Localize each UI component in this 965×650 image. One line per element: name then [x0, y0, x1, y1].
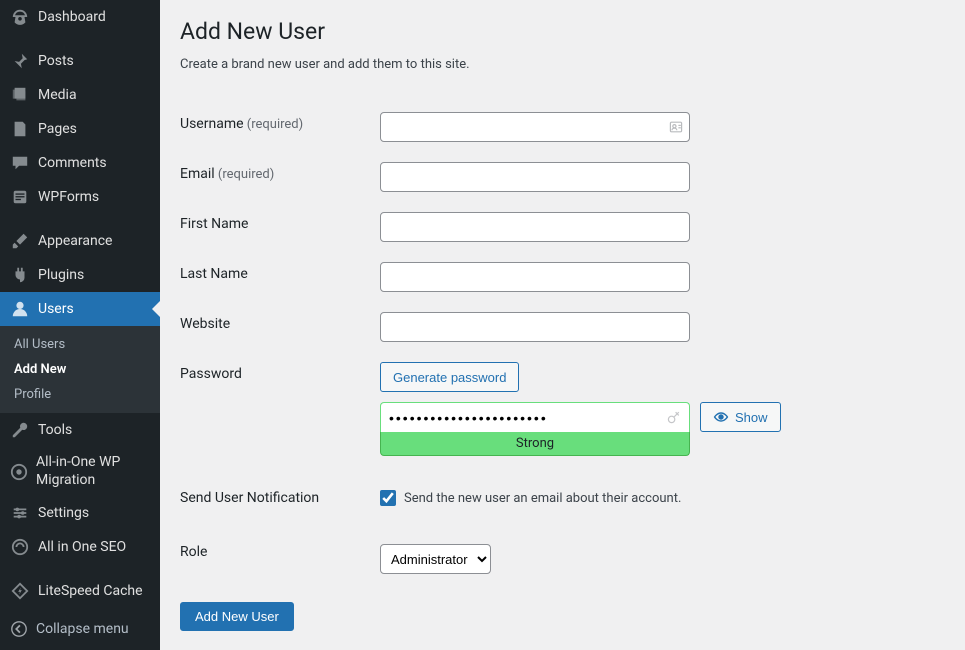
pages-icon [10, 119, 30, 139]
sidebar-item-label: WPForms [38, 189, 99, 205]
migration-icon [10, 462, 28, 482]
label-last-name: Last Name [180, 252, 380, 302]
password-strength-indicator: Strong [380, 432, 690, 456]
media-icon [10, 85, 30, 105]
last-name-input[interactable] [380, 262, 690, 292]
sidebar-item-label: Dashboard [38, 9, 106, 25]
dashboard-icon [10, 7, 30, 27]
label-first-name: First Name [180, 202, 380, 252]
litespeed-icon [10, 581, 30, 601]
sidebar-item-label: Appearance [38, 233, 112, 249]
label-username: Username (required) [180, 102, 380, 152]
eye-icon [713, 409, 729, 425]
label-password: Password [180, 352, 380, 466]
label-send-notification: Send User Notification [180, 466, 380, 520]
sidebar-item-label: Posts [38, 53, 74, 69]
sidebar-users-submenu: All Users Add New Profile [0, 326, 160, 413]
collapse-icon [10, 620, 28, 638]
wrench-icon [10, 420, 30, 440]
show-password-button[interactable]: Show [700, 402, 781, 432]
email-input[interactable] [380, 162, 690, 192]
seo-icon [10, 537, 30, 557]
sidebar-sub-add-new[interactable]: Add New [0, 357, 160, 382]
sidebar-item-media[interactable]: Media [0, 78, 160, 112]
page-title: Add New User [180, 18, 945, 45]
sidebar-item-users[interactable]: Users [0, 292, 160, 326]
sidebar-item-label: Users [38, 301, 74, 317]
send-notification-checkbox[interactable] [380, 490, 396, 506]
sidebar-item-litespeed[interactable]: LiteSpeed Cache [0, 574, 160, 608]
sidebar-item-label: Settings [38, 505, 89, 521]
sidebar-item-label: Comments [38, 155, 107, 171]
sidebar-item-label: Collapse menu [36, 621, 129, 637]
sidebar-item-label: Tools [38, 422, 72, 438]
sidebar-item-label: All in One SEO [38, 539, 126, 555]
sidebar-item-label: Media [38, 87, 77, 103]
sidebar-item-appearance[interactable]: Appearance [0, 224, 160, 258]
send-notification-text: Send the new user an email about their a… [404, 491, 681, 506]
website-input[interactable] [380, 312, 690, 342]
key-icon [666, 409, 682, 425]
sidebar-item-wpforms[interactable]: WPForms [0, 180, 160, 214]
role-select[interactable]: Administrator [380, 544, 491, 574]
content-area: Add New User Create a brand new user and… [160, 0, 965, 650]
sidebar-item-comments[interactable]: Comments [0, 146, 160, 180]
user-icon [10, 299, 30, 319]
user-form: Username (required) Email (required) Fir… [180, 102, 945, 584]
sidebar-item-dashboard[interactable]: Dashboard [0, 0, 160, 34]
label-role: Role [180, 520, 380, 584]
sidebar-item-settings[interactable]: Settings [0, 496, 160, 530]
contact-card-icon [668, 119, 684, 135]
sidebar-item-aio-seo[interactable]: All in One SEO [0, 530, 160, 564]
add-new-user-button[interactable]: Add New User [180, 602, 294, 631]
sidebar-collapse[interactable]: Collapse menu [0, 612, 160, 646]
sliders-icon [10, 503, 30, 523]
sidebar-sub-all-users[interactable]: All Users [0, 332, 160, 357]
username-input[interactable] [380, 112, 690, 142]
password-input[interactable] [380, 402, 690, 432]
first-name-input[interactable] [380, 212, 690, 242]
sidebar-sub-profile[interactable]: Profile [0, 382, 160, 407]
comments-icon [10, 153, 30, 173]
brush-icon [10, 231, 30, 251]
sidebar-item-plugins[interactable]: Plugins [0, 258, 160, 292]
generate-password-button[interactable]: Generate password [380, 362, 519, 392]
sidebar-item-aio-migration[interactable]: All-in-One WP Migration [0, 447, 160, 496]
sidebar-item-posts[interactable]: Posts [0, 44, 160, 78]
admin-sidebar: Dashboard Posts Media Pages Comments WPF… [0, 0, 160, 650]
sidebar-item-label: Pages [38, 121, 77, 137]
sidebar-item-tools[interactable]: Tools [0, 413, 160, 447]
plug-icon [10, 265, 30, 285]
send-notification-row[interactable]: Send the new user an email about their a… [380, 490, 935, 506]
label-email: Email (required) [180, 152, 380, 202]
label-website: Website [180, 302, 380, 352]
sidebar-item-label: Plugins [38, 267, 84, 283]
pin-icon [10, 51, 30, 71]
sidebar-item-pages[interactable]: Pages [0, 112, 160, 146]
page-intro: Create a brand new user and add them to … [180, 57, 945, 72]
wpforms-icon [10, 187, 30, 207]
sidebar-item-label: All-in-One WP Migration [36, 454, 152, 489]
sidebar-item-label: LiteSpeed Cache [38, 583, 143, 599]
